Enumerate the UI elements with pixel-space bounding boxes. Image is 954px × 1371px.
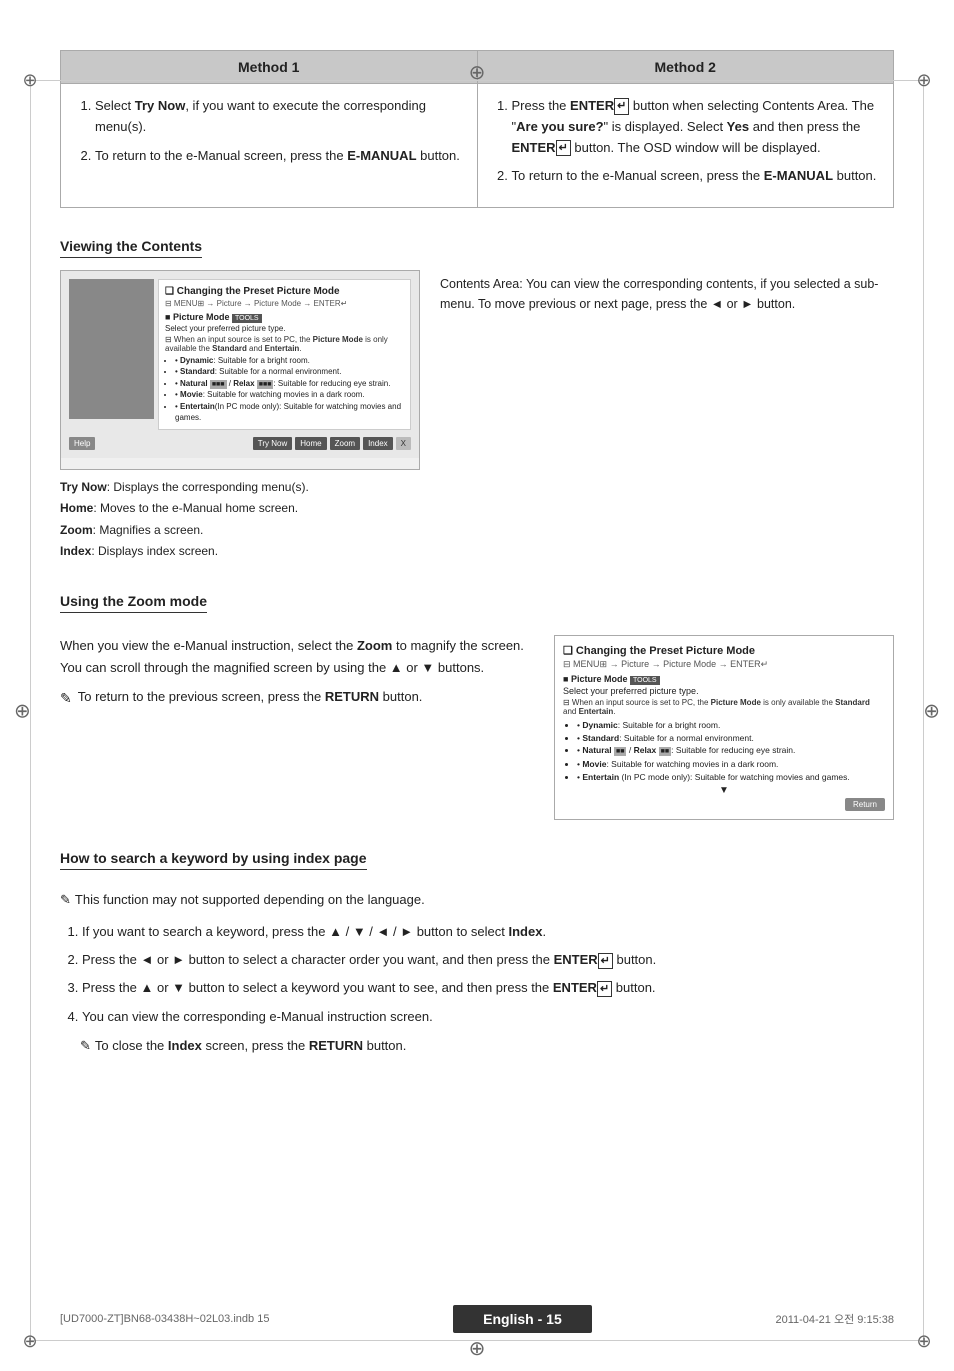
zoom-scr-path: ⊟ MENU⊞ → Picture → Picture Mode → ENTER… xyxy=(563,659,885,670)
method2-header: Method 2 xyxy=(477,51,894,84)
viewing-heading: Viewing the Contents xyxy=(60,238,202,258)
right-crosshair: ⊕ xyxy=(923,698,940,723)
viewing-desc-text: Contents Area: You can view the correspo… xyxy=(440,277,878,311)
zoom-scr-select: Select your preferred picture type. xyxy=(563,686,885,696)
zoom-scr-items: • Dynamic: Suitable for a bright room. •… xyxy=(563,719,885,784)
zoom-para1: When you view the e-Manual instruction, … xyxy=(60,635,534,679)
index-step2: Press the ◄ or ► button to select a char… xyxy=(82,949,894,971)
method2-content: Press the ENTER↵ button when selecting C… xyxy=(477,84,894,208)
function-pencil-icon: ✎ xyxy=(60,890,71,911)
footer-left: [UD7000-ZT]BN68-03438H~02L03.indb 15 xyxy=(60,1313,269,1325)
scr-select: Select your preferred picture type. xyxy=(165,324,404,333)
zoom-note: ✎ To return to the previous screen, pres… xyxy=(60,687,534,709)
caption-trynow: Try Now: Displays the corresponding menu… xyxy=(60,478,420,497)
viewing-section: Viewing the Contents ❑ Changing the Pres… xyxy=(60,238,894,563)
index-step4: You can view the corresponding e-Manual … xyxy=(82,1006,894,1028)
footer-right: 2011-04-21 오전 9:15:38 xyxy=(775,1311,894,1327)
function-note: ✎ This function may not supported depend… xyxy=(60,890,894,911)
function-note-text: This function may not supported dependin… xyxy=(75,890,425,911)
footer: [UD7000-ZT]BN68-03438H~02L03.indb 15 Eng… xyxy=(60,1305,894,1333)
zoom-screenshot: ❑ Changing the Preset Picture Mode ⊟ MEN… xyxy=(554,635,894,821)
method1-content: Select Try Now, if you want to execute t… xyxy=(61,84,478,208)
close-pencil-icon: ✎ xyxy=(80,1036,91,1057)
footer-page-label: English - 15 xyxy=(453,1305,592,1333)
viewing-content: ❑ Changing the Preset Picture Mode ⊟ MEN… xyxy=(60,270,894,563)
index-steps: If you want to search a keyword, press t… xyxy=(60,921,894,1027)
top-crosshair: ⊕ xyxy=(469,60,486,85)
viewing-description: Contents Area: You can view the correspo… xyxy=(440,270,894,314)
method2-steps: Press the ENTER↵ button when selecting C… xyxy=(494,96,878,187)
close-note: ✎ To close the Index screen, press the R… xyxy=(60,1036,894,1057)
scr-items: • Dynamic: Suitable for a bright room. •… xyxy=(165,355,404,423)
method2-step2: To return to the e-Manual screen, press … xyxy=(512,166,878,187)
method1-steps: Select Try Now, if you want to execute t… xyxy=(77,96,461,166)
zoom-note-text: To return to the previous screen, press … xyxy=(78,687,423,708)
index-section: How to search a keyword by using index p… xyxy=(60,850,894,1056)
zoom-scr-return: Return xyxy=(563,798,885,811)
zoom-scr-note: ⊟ When an input source is set to PC, the… xyxy=(563,698,885,716)
page-content: Method 1 Method 2 Select Try Now, if you… xyxy=(60,50,894,1056)
zoom-heading: Using the Zoom mode xyxy=(60,593,207,613)
scr-path: ⊟ MENU⊞ → Picture → Picture Mode → ENTER… xyxy=(165,299,404,308)
index-step1: If you want to search a keyword, press t… xyxy=(82,921,894,943)
index-step3: Press the ▲ or ▼ button to select a keyw… xyxy=(82,977,894,999)
screenshot-inner: ❑ Changing the Preset Picture Mode ⊟ MEN… xyxy=(61,271,419,458)
pencil-icon: ✎ xyxy=(60,687,72,709)
zoom-scr-mode: ■ Picture Mode TOOLS xyxy=(563,674,885,684)
corner-mark-bl: ⊕ xyxy=(20,1331,40,1351)
method2-step1: Press the ENTER↵ button when selecting C… xyxy=(512,96,878,158)
scr-mode: ■ Picture Mode TOOLS xyxy=(165,312,404,322)
zoom-content: When you view the e-Manual instruction, … xyxy=(60,635,894,821)
viewing-screenshot: ❑ Changing the Preset Picture Mode ⊟ MEN… xyxy=(60,270,420,470)
scr-buttons: Help Try Now Home Zoom Index X xyxy=(69,434,411,450)
zoom-section: Using the Zoom mode When you view the e-… xyxy=(60,593,894,821)
close-note-text: To close the Index screen, press the RET… xyxy=(95,1036,406,1057)
caption-zoom: Zoom: Magnifies a screen. xyxy=(60,521,420,540)
caption-index: Index: Displays index screen. xyxy=(60,542,420,561)
method1-header: Method 1 xyxy=(61,51,478,84)
corner-mark-br: ⊕ xyxy=(914,1331,934,1351)
index-heading: How to search a keyword by using index p… xyxy=(60,850,367,870)
scr-note: ⊟ When an input source is set to PC, the… xyxy=(165,335,404,353)
method1-step1: Select Try Now, if you want to execute t… xyxy=(95,96,461,138)
screenshot-captions: Try Now: Displays the corresponding menu… xyxy=(60,478,420,561)
zoom-scr-title: ❑ Changing the Preset Picture Mode xyxy=(563,644,885,657)
bottom-crosshair: ⊕ xyxy=(469,1336,486,1361)
scr-title: ❑ Changing the Preset Picture Mode xyxy=(165,286,404,297)
method1-step2: To return to the e-Manual screen, press … xyxy=(95,146,461,167)
corner-mark-tl: ⊕ xyxy=(20,70,40,90)
zoom-scr-arrow: ▼ xyxy=(563,785,885,796)
viewing-screenshot-wrapper: ❑ Changing the Preset Picture Mode ⊟ MEN… xyxy=(60,270,420,563)
zoom-text-area: When you view the e-Manual instruction, … xyxy=(60,635,534,710)
caption-home: Home: Moves to the e-Manual home screen. xyxy=(60,499,420,518)
left-crosshair: ⊕ xyxy=(14,698,31,723)
corner-mark-tr: ⊕ xyxy=(914,70,934,90)
